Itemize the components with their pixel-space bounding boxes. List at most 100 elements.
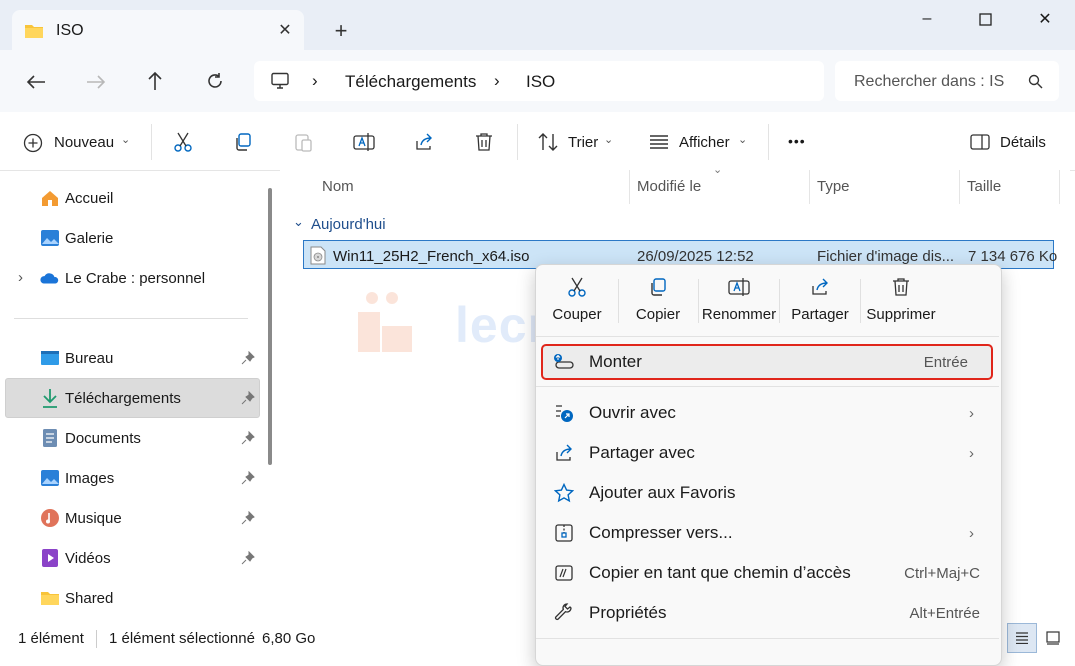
sidebar-item-videos[interactable]: Vidéos	[40, 543, 111, 573]
more-options-button[interactable]: •••	[788, 133, 806, 149]
divider	[536, 638, 999, 639]
share-icon[interactable]	[413, 131, 435, 153]
file-type: Fichier d'image dis...	[817, 248, 955, 265]
breadcrumb-chevron-icon[interactable]: ›	[312, 71, 318, 91]
pin-icon[interactable]	[241, 350, 255, 365]
breadcrumb-iso[interactable]: ISO	[526, 72, 555, 92]
sidebar-item-home[interactable]: Accueil	[40, 183, 113, 213]
divider	[536, 336, 999, 337]
tiles-view-icon[interactable]	[1044, 629, 1062, 647]
menu-item-properties[interactable]: Propriétés Alt+Entrée	[545, 595, 990, 631]
file-name[interactable]: Win11_25H2_French_x64.iso	[333, 248, 530, 265]
pin-icon[interactable]	[241, 430, 255, 445]
chevron-down-icon[interactable]: ⌄	[121, 133, 130, 146]
context-share-button[interactable]: Partager	[780, 274, 860, 330]
up-arrow-icon[interactable]	[143, 69, 167, 93]
sort-button[interactable]: Trier	[568, 134, 598, 151]
folder-icon	[24, 22, 44, 40]
pin-icon[interactable]	[241, 510, 255, 525]
details-pane-icon[interactable]	[969, 132, 991, 152]
sidebar-item-label: Téléchargements	[65, 389, 181, 407]
pin-icon[interactable]	[241, 390, 255, 405]
chevron-down-icon[interactable]: ⌄	[604, 133, 613, 146]
desktop-icon	[40, 348, 60, 368]
group-header[interactable]: Aujourd'hui	[311, 216, 386, 233]
watermark-logo	[352, 286, 436, 370]
menu-item-share-with[interactable]: Partager avec ›	[545, 435, 990, 471]
rename-icon[interactable]	[352, 131, 376, 153]
menu-item-mount[interactable]: Monter Entrée	[545, 344, 990, 380]
close-window-button[interactable]: ✕	[1032, 8, 1058, 30]
sidebar-scrollbar[interactable]	[268, 188, 272, 465]
menu-item-shortcut: Alt+Entrée	[909, 604, 980, 622]
menu-item-label: Monter	[589, 352, 642, 371]
breadcrumb-downloads[interactable]: Téléchargements	[345, 72, 476, 92]
status-item-count: 1 élément	[18, 630, 84, 647]
divider	[96, 630, 97, 648]
chevron-down-icon[interactable]: ⌄	[293, 214, 304, 230]
breadcrumb-chevron-icon[interactable]: ›	[494, 71, 500, 91]
details-button[interactable]: Détails	[1000, 134, 1046, 151]
minimize-button[interactable]: –	[912, 8, 942, 30]
sidebar-item-label: Le Crabe : personnel	[65, 269, 206, 287]
new-tab-button[interactable]: +	[330, 18, 352, 43]
sidebar-item-documents[interactable]: Documents	[40, 423, 141, 453]
sidebar-item-label: Accueil	[65, 189, 114, 207]
search-input[interactable]: Rechercher dans : IS	[854, 73, 1004, 91]
menu-item-label: Propriétés	[589, 603, 667, 622]
sidebar-item-downloads[interactable]: Téléchargements	[40, 383, 181, 413]
new-button[interactable]: Nouveau	[54, 134, 114, 151]
menu-item-open-with[interactable]: Ouvrir avec ›	[545, 395, 990, 431]
sidebar-item-music[interactable]: Musique	[40, 503, 122, 533]
copy-icon	[618, 274, 698, 300]
sidebar-item-label: Galerie	[65, 229, 114, 247]
column-header-size[interactable]: Taille	[967, 178, 1001, 195]
sidebar-item-label: Musique	[65, 509, 122, 527]
copy-icon[interactable]	[232, 131, 254, 153]
column-header-name[interactable]: Nom	[322, 178, 354, 195]
menu-item-copy-as-path[interactable]: Copier en tant que chemin d’accès Ctrl+M…	[545, 555, 990, 591]
menu-item-shortcut: Ctrl+Maj+C	[904, 564, 980, 582]
sidebar-item-pictures[interactable]: Images	[40, 463, 114, 493]
pin-icon[interactable]	[241, 550, 255, 565]
this-pc-icon[interactable]	[269, 70, 291, 92]
pin-icon[interactable]	[241, 470, 255, 485]
menu-item-compress[interactable]: Compresser vers... ›	[545, 515, 990, 551]
open-with-icon	[553, 402, 575, 424]
maximize-button[interactable]	[972, 8, 998, 30]
column-header-type[interactable]: Type	[817, 178, 850, 195]
delete-icon[interactable]	[473, 131, 495, 153]
search-icon[interactable]	[1026, 72, 1044, 90]
back-arrow-icon[interactable]	[24, 70, 48, 94]
chevron-down-icon[interactable]: ⌄	[738, 133, 747, 146]
sort-icon[interactable]	[537, 131, 559, 153]
close-tab-icon[interactable]: ✕	[276, 21, 294, 39]
quick-action-label: Supprimer	[866, 306, 936, 323]
menu-item-add-favorites[interactable]: Ajouter aux Favoris	[545, 475, 990, 511]
onedrive-icon	[40, 268, 60, 288]
refresh-icon[interactable]	[203, 69, 227, 93]
divider	[629, 170, 630, 204]
sidebar-item-onedrive[interactable]: Le Crabe : personnel	[40, 263, 205, 293]
disc-image-file-icon	[309, 245, 327, 265]
cut-icon[interactable]	[172, 131, 194, 153]
context-copy-button[interactable]: Copier	[618, 274, 698, 330]
quick-action-label: Copier	[635, 306, 681, 323]
new-icon[interactable]	[22, 132, 44, 154]
expand-chevron-icon[interactable]: ›	[18, 269, 23, 286]
sidebar-item-gallery[interactable]: Galerie	[40, 223, 113, 253]
view-icon[interactable]	[648, 131, 670, 153]
view-button[interactable]: Afficher	[679, 134, 730, 151]
column-header-modified[interactable]: Modifié le	[637, 178, 701, 195]
context-rename-button[interactable]: Renommer	[699, 274, 779, 330]
sidebar-item-shared[interactable]: Shared	[40, 583, 113, 613]
sidebar-item-desktop[interactable]: Bureau	[40, 343, 113, 373]
context-cut-button[interactable]: Couper	[537, 274, 617, 330]
paste-icon[interactable]	[292, 131, 314, 153]
chevron-right-icon: ›	[969, 524, 974, 542]
divider	[517, 124, 518, 160]
star-icon	[553, 482, 575, 504]
forward-arrow-icon[interactable]	[84, 70, 108, 94]
path-icon	[553, 562, 575, 584]
context-delete-button[interactable]: Supprimer	[861, 274, 941, 330]
